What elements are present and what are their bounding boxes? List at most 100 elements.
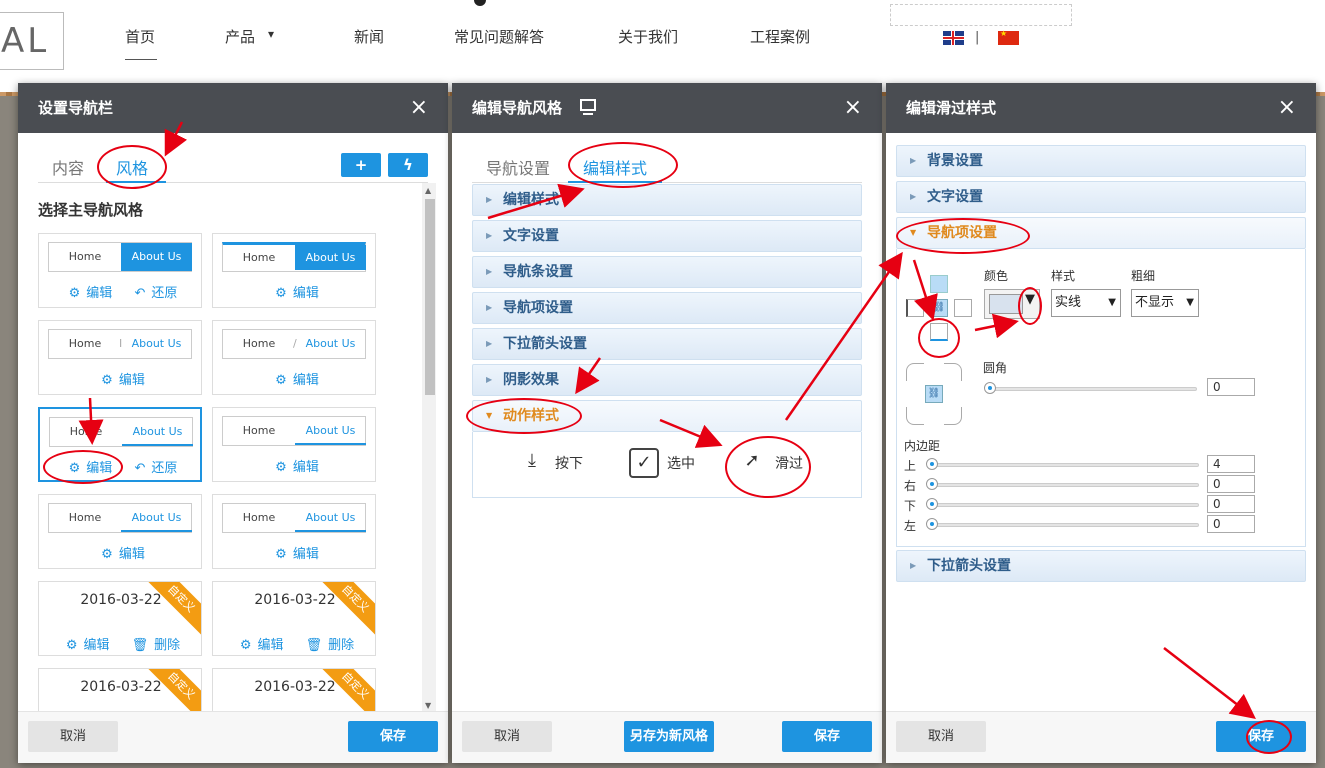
accordion-dropdown-arrow[interactable]: ▶ 下拉箭头设置 [472,328,862,360]
style-card[interactable]: Home About Us ⚙ 编辑 [212,407,376,482]
color-label: 颜色 [984,269,1009,283]
padding-right-input[interactable]: 0 [1207,475,1255,493]
style-card[interactable]: Home I About Us ⚙ 编辑 [38,320,202,395]
style-card[interactable]: Home About Us ⚙ 编辑 [212,233,376,308]
edit-button[interactable]: ⚙ 编辑 [269,373,319,388]
border-left-toggle[interactable] [906,299,924,317]
edit-button[interactable]: ⚙ 编辑 [269,286,319,301]
restore-label: 还原 [151,461,178,476]
site-logo[interactable]: AL [0,12,64,70]
save-button[interactable]: 保存 [348,721,438,752]
nav-preview: Home About Us [222,416,366,446]
edit-button[interactable]: ⚙ 编辑 [63,286,113,301]
edit-label: 编辑 [292,373,319,388]
edit-button[interactable]: ⚙ 编辑 [234,638,284,653]
custom-style-card[interactable]: 2016-03-22 自定义 [38,668,202,711]
padding-top-slider[interactable] [926,458,1199,470]
close-icon[interactable]: × [844,83,862,133]
action-press[interactable]: ⤓ 按下 [517,448,583,478]
accordion-navbar-settings[interactable]: ▶ 导航条设置 [472,256,862,288]
action-selected[interactable]: ✓ 选中 [629,448,695,478]
close-icon[interactable]: × [1278,83,1296,133]
preview-home: Home [242,424,276,437]
scrollbar[interactable]: ▲ ▼ [422,183,436,713]
language-box [890,4,1072,26]
custom-style-card[interactable]: 2016-03-22 自定义 ⚙ 编辑 🗑 删除 [38,581,202,656]
cancel-button[interactable]: 取消 [896,721,986,752]
monitor-stand-icon [583,113,593,115]
style-card[interactable]: Home About Us ⚙ 编辑 [212,494,376,569]
save-as-new-style-button[interactable]: 另存为新风格 [624,721,714,752]
restore-button[interactable]: ↶ 还原 [128,286,177,301]
nav-faq[interactable]: 常见问题解答 [454,26,544,47]
style-card[interactable]: Home About Us ⚙ 编辑 [38,494,202,569]
slider-knob[interactable] [984,382,996,394]
padding-top-input[interactable]: 4 [1207,455,1255,473]
border-all-toggle[interactable] [930,275,948,293]
accordion-background[interactable]: ▶ 背景设置 [896,145,1306,177]
cancel-button[interactable]: 取消 [28,721,118,752]
link-icon[interactable]: ⛓ [925,385,943,403]
corner-top-left[interactable] [906,363,924,381]
cancel-button[interactable]: 取消 [462,721,552,752]
action-label: 选中 [667,456,695,472]
accordion-shadow[interactable]: ▶ 阴影效果 [472,364,862,396]
preview-home: Home [68,250,102,263]
slider-knob[interactable] [926,478,938,490]
corner-bottom-right[interactable] [944,407,962,425]
corner-top-right[interactable] [944,363,962,381]
accordion-edit-style[interactable]: ▶ 编辑样式 [472,184,862,216]
nav-news[interactable]: 新闻 [354,26,384,47]
nav-products[interactable]: 产品 [225,26,255,47]
border-weight-select[interactable]: 不显示 ▼ [1131,289,1199,317]
delete-button[interactable]: 🗑 删除 [126,638,181,653]
accordion-dropdown-arrow[interactable]: ▶ 下拉箭头设置 [896,550,1306,582]
add-icon[interactable]: + [341,153,381,177]
radius-slider[interactable] [984,382,1197,394]
edit-button[interactable]: ⚙ 编辑 [60,638,110,653]
padding-left-input[interactable]: 0 [1207,515,1255,533]
cn-flag-icon[interactable] [998,29,1019,45]
border-style-select[interactable]: 实线 ▼ [1051,289,1121,317]
slider-knob[interactable] [926,498,938,510]
accordion-label: 下拉箭头设置 [927,558,1011,574]
nav-about[interactable]: 关于我们 [618,26,678,47]
radius-input[interactable]: 0 [1207,378,1255,396]
uk-flag-icon[interactable] [943,31,964,45]
close-icon[interactable]: × [410,83,428,133]
slider-knob[interactable] [926,458,938,470]
flash-icon[interactable]: ϟ [388,153,428,177]
nav-home[interactable]: 首页 [125,26,155,47]
border-right-toggle[interactable] [954,299,972,317]
restore-button[interactable]: ↶ 还原 [128,461,177,476]
link-icon[interactable]: ⛓ [930,299,948,317]
tab-content[interactable]: 内容 [52,155,84,179]
delete-button[interactable]: 🗑 删除 [300,638,355,653]
scroll-up-icon[interactable]: ▲ [425,186,431,195]
edit-button[interactable]: ⚙ 编辑 [269,547,319,562]
padding-bottom-slider[interactable] [926,498,1199,510]
edit-button[interactable]: ⚙ 编辑 [95,373,145,388]
custom-style-card[interactable]: 2016-03-22 自定义 [212,668,376,711]
padding-right-slider[interactable] [926,478,1199,490]
edit-button[interactable]: ⚙ 编辑 [269,460,319,475]
scroll-down-icon[interactable]: ▼ [425,701,431,710]
action-label: 按下 [555,456,583,472]
edit-button[interactable]: ⚙ 编辑 [95,547,145,562]
style-card[interactable]: Home About Us ⚙ 编辑 ↶ 还原 [38,233,202,308]
accordion-navitem-settings[interactable]: ▶ 导航项设置 [472,292,862,324]
corner-bottom-left[interactable] [906,407,924,425]
accordion-text-settings[interactable]: ▶ 文字设置 [472,220,862,252]
slider-knob[interactable] [926,518,938,530]
annotation-circle [918,318,960,358]
nav-cases[interactable]: 工程案例 [750,26,810,47]
scroll-thumb[interactable] [425,199,435,395]
padding-bottom-input[interactable]: 0 [1207,495,1255,513]
save-button[interactable]: 保存 [782,721,872,752]
custom-style-card[interactable]: 2016-03-22 自定义 ⚙ 编辑 🗑 删除 [212,581,376,656]
padding-left-slider[interactable] [926,518,1199,530]
style-card[interactable]: Home / About Us ⚙ 编辑 [212,320,376,395]
accordion-text[interactable]: ▶ 文字设置 [896,181,1306,213]
site-header: AL 首页 产品 ▾ 新闻 常见问题解答 关于我们 工程案例 | [0,0,1325,92]
tab-nav-settings[interactable]: 导航设置 [486,155,550,179]
